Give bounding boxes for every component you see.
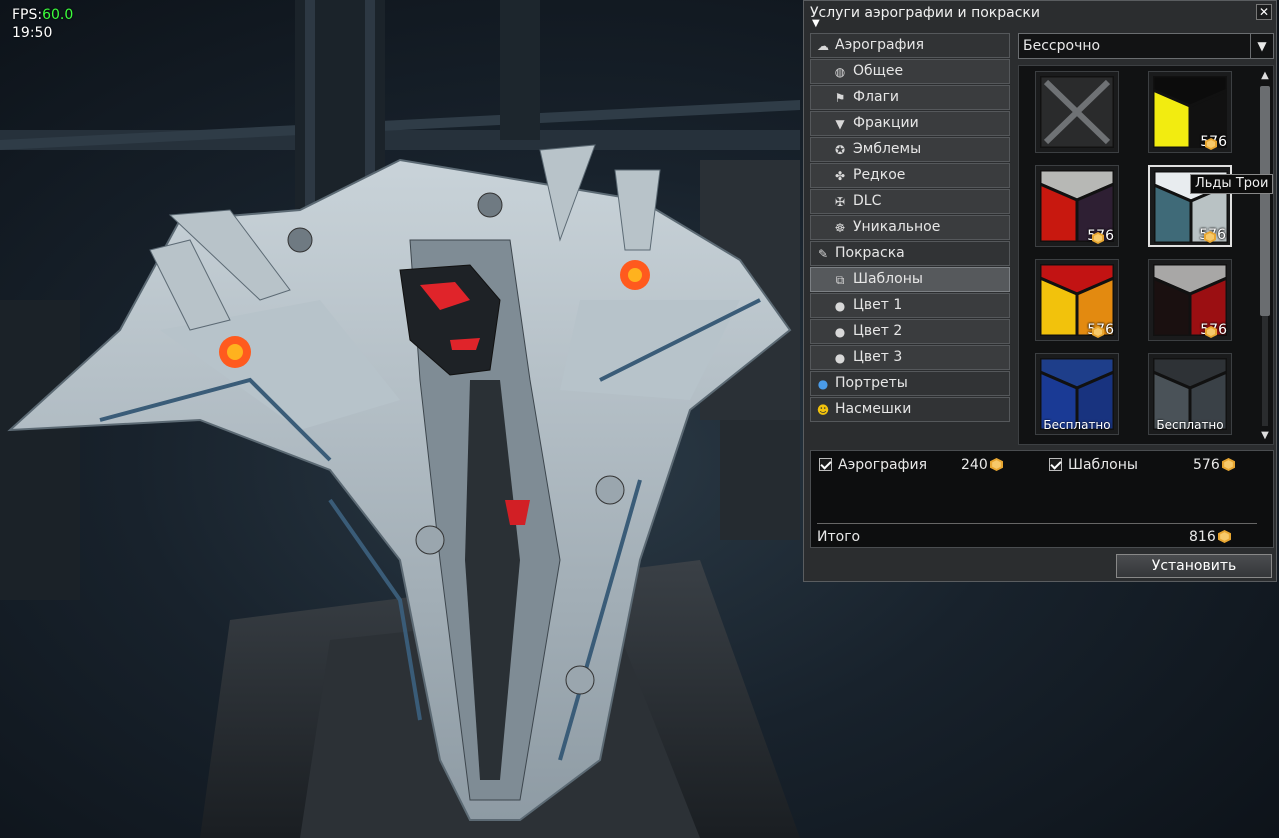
menu-dlc[interactable]: ✠ DLC: [810, 189, 1010, 214]
coin-icon: [1092, 326, 1105, 338]
tile-price: 576: [1087, 228, 1114, 244]
menu-color-2[interactable]: ● Цвет 2: [810, 319, 1010, 344]
duration-select[interactable]: Бессрочно ▼: [1018, 33, 1274, 59]
scroll-up-icon[interactable]: ▲: [1259, 70, 1271, 82]
tile-price: 576: [1200, 134, 1227, 150]
coin-icon: [1204, 231, 1217, 243]
summary-item-airbrush: Аэрография: [819, 455, 927, 475]
menu-color-3[interactable]: ● Цвет 3: [810, 345, 1010, 370]
tile-free-label: Бесплатно: [1156, 418, 1224, 432]
panel-title: Услуги аэрографии и покраски: [810, 5, 1040, 21]
template-icon: ⧉: [835, 273, 845, 287]
rare-icon: ✤: [834, 169, 846, 183]
paint-services-panel: Услуги аэрографии и покраски ▼ ✕ ☁ Аэрог…: [803, 0, 1277, 582]
templates-checkbox[interactable]: [1049, 458, 1062, 471]
template-swatch: [1040, 76, 1114, 148]
scrollbar[interactable]: ▲ ▼: [1259, 70, 1271, 442]
smiley-icon: ☻: [816, 403, 830, 417]
order-summary: Аэрография 240 Шаблоны 576 Итого 816: [810, 450, 1274, 548]
drop-2-icon: ●: [834, 325, 846, 339]
tile-price: 576: [1087, 322, 1114, 338]
template-tile-none[interactable]: [1035, 71, 1119, 153]
faction-icon: ▼: [835, 117, 845, 131]
close-button[interactable]: ✕: [1256, 4, 1272, 20]
menu-emblems[interactable]: ✪ Эмблемы: [810, 137, 1010, 162]
collapse-icon[interactable]: ▼: [812, 18, 820, 29]
duration-value: Бессрочно: [1023, 38, 1101, 54]
cloud-icon: ☁: [817, 39, 829, 53]
flag-icon: ⚑: [834, 91, 846, 105]
menu-taunts[interactable]: ☻ Насмешки: [810, 397, 1010, 422]
star-icon: ✪: [834, 143, 846, 157]
summary-total-label: Итого: [817, 529, 861, 545]
install-button[interactable]: Установить: [1116, 554, 1272, 578]
tile-free-label: Бесплатно: [1043, 418, 1111, 432]
menu-factions[interactable]: ▼ Фракции: [810, 111, 1010, 136]
airbrush-checkbox[interactable]: [819, 458, 832, 471]
clock: 19:50: [12, 25, 53, 41]
drop-1-icon: ●: [834, 299, 846, 313]
summary-price-airbrush: 240: [961, 455, 1003, 475]
menu-general[interactable]: ◍ Общее: [810, 59, 1010, 84]
template-grid: 576 576 576 576 576 Бесплатно Бесплатно ▲ ▼: [1018, 65, 1274, 445]
globe-icon: ◍: [834, 65, 846, 79]
menu-paint[interactable]: ✎ Покраска: [810, 241, 1010, 266]
category-menu: ☁ Аэрография ◍ Общее ⚑ Флаги ▼ Фракции ✪…: [810, 33, 1010, 423]
coin-icon: [1092, 232, 1105, 244]
hud-overlay: FPS:60.0 19:50: [12, 6, 73, 42]
scroll-thumb[interactable]: [1260, 86, 1270, 316]
template-tile-grey-black-red[interactable]: 576: [1148, 259, 1232, 341]
template-tile-black-yellow[interactable]: 576: [1148, 71, 1232, 153]
menu-color-1[interactable]: ● Цвет 1: [810, 293, 1010, 318]
template-tile-red-yellow-orange[interactable]: 576: [1035, 259, 1119, 341]
drop-3-icon: ●: [834, 351, 846, 365]
template-tile-dark-grey[interactable]: Бесплатно: [1148, 353, 1232, 435]
menu-flags[interactable]: ⚑ Флаги: [810, 85, 1010, 110]
person-icon: ●: [817, 377, 829, 391]
coin-icon: [1221, 458, 1235, 471]
unique-icon: ☸: [834, 221, 846, 235]
dlc-icon: ✠: [834, 195, 846, 209]
coin-icon: [1205, 138, 1218, 150]
template-tooltip: Льды Трои: [1190, 174, 1274, 194]
summary-divider: [817, 523, 1257, 524]
template-tile-blue[interactable]: Бесплатно: [1035, 353, 1119, 435]
menu-portraits[interactable]: ● Портреты: [810, 371, 1010, 396]
brush-icon: ✎: [817, 247, 829, 261]
coin-icon: [1205, 326, 1218, 338]
chevron-down-icon[interactable]: ▼: [1250, 34, 1273, 58]
tile-price: 576: [1200, 322, 1227, 338]
coin-icon: [1217, 530, 1231, 543]
summary-total-price: 816: [1189, 527, 1231, 547]
fps-counter: FPS:60.0: [12, 7, 74, 23]
menu-unique[interactable]: ☸ Уникальное: [810, 215, 1010, 240]
spaceship-render: [0, 0, 800, 838]
menu-rare[interactable]: ✤ Редкое: [810, 163, 1010, 188]
summary-price-templates: 576: [1193, 455, 1235, 475]
coin-icon: [989, 458, 1003, 471]
scroll-down-icon[interactable]: ▼: [1259, 430, 1271, 442]
menu-templates[interactable]: ⧉ Шаблоны: [810, 267, 1010, 292]
menu-airbrush[interactable]: ☁ Аэрография: [810, 33, 1010, 58]
template-tile-grey-red-purple[interactable]: 576: [1035, 165, 1119, 247]
summary-item-templates: Шаблоны: [1049, 455, 1138, 475]
tile-price: 576: [1199, 227, 1226, 243]
